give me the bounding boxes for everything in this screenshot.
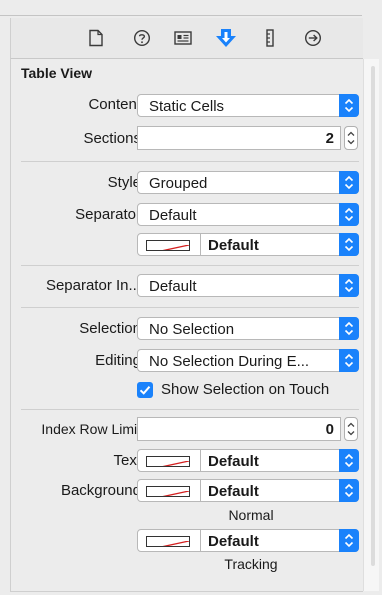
sections-field[interactable]: 2 (137, 126, 341, 150)
separator-color-popup[interactable]: Default (137, 233, 359, 256)
stepper-arrows-icon (347, 131, 355, 145)
style-label: Style (107, 174, 141, 191)
identity-inspector-tab[interactable] (168, 18, 198, 58)
size-inspector-icon (266, 29, 274, 47)
content-label: Content (88, 96, 141, 113)
sections-value: 2 (325, 130, 334, 147)
index-row-limit-label: Index Row Limit (41, 421, 141, 437)
selection-popup[interactable]: No Selection (137, 317, 359, 340)
attributes-inspector-icon (216, 29, 236, 47)
attributes-inspector-panel: Table View Content Static Cells Sections… (10, 59, 363, 592)
divider (21, 409, 359, 410)
popup-divider (200, 234, 201, 255)
tracking-color-popup[interactable]: Default (137, 529, 359, 552)
identity-inspector-icon (174, 31, 192, 45)
popup-arrows-icon (339, 233, 359, 256)
style-popup[interactable]: Grouped (137, 171, 359, 194)
inspector-tab-bar (10, 18, 363, 59)
sections-stepper[interactable] (344, 126, 358, 150)
popup-arrows-icon (339, 449, 359, 472)
divider (21, 307, 359, 308)
background-label: Background (60, 482, 141, 499)
style-value: Grouped (149, 175, 208, 192)
separator-popup[interactable]: Default (137, 203, 359, 226)
separator-inset-value: Default (149, 278, 197, 295)
quick-help-icon (133, 29, 151, 47)
background-color-value: Default (208, 483, 259, 500)
editing-label: Editing (95, 352, 141, 369)
editing-popup[interactable]: No Selection During E... (137, 349, 359, 372)
connections-inspector-icon (304, 29, 322, 47)
color-swatch (146, 456, 190, 467)
popup-arrows-icon (339, 317, 359, 340)
content-value: Static Cells (149, 98, 225, 115)
tracking-color-value: Default (208, 533, 259, 550)
popup-arrows-icon (339, 529, 359, 552)
tracking-caption: Tracking (224, 556, 278, 572)
separator-value: Default (149, 207, 197, 224)
separator-color-value: Default (208, 237, 259, 254)
normal-caption: Normal (228, 507, 274, 523)
divider (21, 161, 359, 162)
popup-arrows-icon (339, 203, 359, 226)
selection-value: No Selection (149, 321, 235, 338)
color-swatch (146, 536, 190, 547)
selection-label: Selection (79, 320, 141, 337)
file-inspector-icon (89, 29, 103, 47)
separator-inset-popup[interactable]: Default (137, 274, 359, 297)
separator-inset-label: Separator In... (45, 277, 141, 294)
editing-value: No Selection During E... (149, 353, 310, 370)
separator-label: Separator (75, 206, 141, 223)
popup-arrows-icon (339, 94, 359, 117)
popup-arrows-icon (339, 479, 359, 502)
color-swatch (146, 240, 190, 251)
index-row-limit-value: 0 (325, 421, 334, 438)
background-color-popup[interactable]: Default (137, 479, 359, 502)
popup-divider (200, 450, 201, 471)
attributes-inspector-tab[interactable] (211, 18, 241, 58)
sections-label: Sections (83, 130, 141, 147)
file-inspector-tab[interactable] (81, 18, 111, 58)
show-selection-label[interactable]: Show Selection on Touch (161, 381, 329, 398)
popup-arrows-icon (339, 349, 359, 372)
section-title: Table View (21, 65, 93, 81)
popup-divider (200, 480, 201, 501)
index-row-limit-stepper[interactable] (344, 417, 358, 441)
show-selection-checkbox[interactable] (137, 382, 153, 398)
quick-help-tab[interactable] (127, 18, 157, 58)
divider (21, 265, 359, 266)
text-color-value: Default (208, 453, 259, 470)
checkmark-icon (139, 386, 151, 395)
popup-arrows-icon (339, 171, 359, 194)
text-color-popup[interactable]: Default (137, 449, 359, 472)
popup-divider (200, 530, 201, 551)
content-popup[interactable]: Static Cells (137, 94, 359, 117)
size-inspector-tab[interactable] (255, 18, 285, 58)
color-swatch (146, 486, 190, 497)
stepper-arrows-icon (347, 422, 355, 436)
top-divider (0, 15, 362, 16)
popup-arrows-icon (339, 274, 359, 297)
connections-inspector-tab[interactable] (298, 18, 328, 58)
scrollbar-knob[interactable] (371, 66, 375, 566)
index-row-limit-field[interactable]: 0 (137, 417, 341, 441)
